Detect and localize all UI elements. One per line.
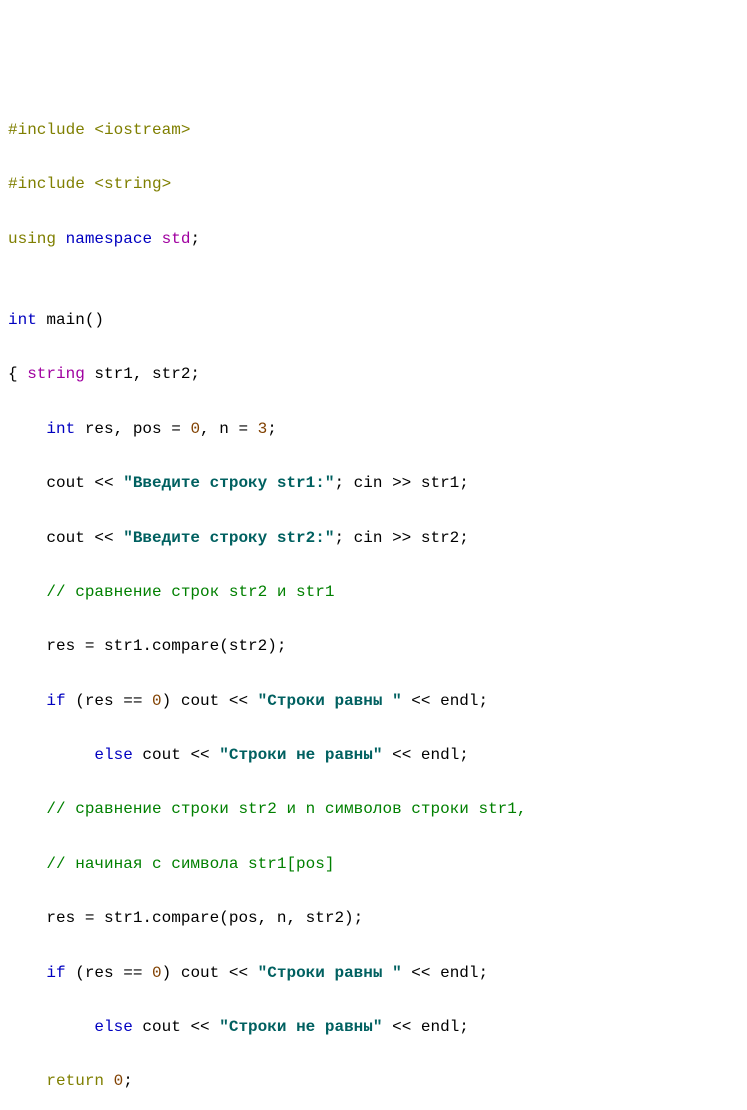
number: 0 xyxy=(152,964,162,982)
code-line-11: res = str1.compare(str2); xyxy=(8,633,739,660)
ident: res = str1.compare(str2); xyxy=(8,637,286,655)
code-line-1: #include <iostream> xyxy=(8,117,739,144)
number: 0 xyxy=(190,420,200,438)
space xyxy=(104,1072,114,1090)
code-line-16: res = str1.compare(pos, n, str2); xyxy=(8,905,739,932)
ident: << endl; xyxy=(382,746,468,764)
ident: cout << xyxy=(133,746,219,764)
code-line-10: // сравнение строк str2 и str1 xyxy=(8,579,739,606)
punct: ; xyxy=(267,420,277,438)
indent xyxy=(8,964,46,982)
keyword-namespace: namespace xyxy=(66,230,152,248)
indent xyxy=(8,800,46,818)
ident: ; cin >> str1; xyxy=(334,474,468,492)
indent xyxy=(8,855,46,873)
ident: res, pos = xyxy=(75,420,190,438)
code-line-3: using namespace std; xyxy=(8,226,739,253)
indent xyxy=(8,692,46,710)
preproc: #include xyxy=(8,175,94,193)
ident: ) cout << xyxy=(162,692,258,710)
ident: res = str1.compare(pos, n, str2); xyxy=(8,909,363,927)
ident: cout << xyxy=(8,474,123,492)
code-line-9: cout << "Введите строку str2:"; cin >> s… xyxy=(8,525,739,552)
comment: // сравнение строки str2 и n символов ст… xyxy=(46,800,526,818)
ident: str1, str2; xyxy=(85,365,200,383)
keyword-if: if xyxy=(46,964,65,982)
code-line-17: if (res == 0) cout << "Строки равны " <<… xyxy=(8,960,739,987)
code-line-8: cout << "Введите строку str1:"; cin >> s… xyxy=(8,470,739,497)
include-target: <iostream> xyxy=(94,121,190,139)
string-literal: "Строки не равны" xyxy=(219,1018,382,1036)
punct: ; xyxy=(123,1072,133,1090)
string-literal: "Введите строку str2:" xyxy=(123,529,334,547)
punct: ; xyxy=(190,230,200,248)
ident: cout << xyxy=(133,1018,219,1036)
number: 3 xyxy=(258,420,268,438)
indent xyxy=(8,1018,94,1036)
indent xyxy=(8,1072,46,1090)
indent xyxy=(8,746,94,764)
include-target: <string> xyxy=(94,175,171,193)
string-literal: "Строки равны " xyxy=(258,692,402,710)
code-line-7: int res, pos = 0, n = 3; xyxy=(8,416,739,443)
string-literal: "Введите строку str1:" xyxy=(123,474,334,492)
ident: << endl; xyxy=(402,692,488,710)
ident: , n = xyxy=(200,420,258,438)
ident: ) cout << xyxy=(162,964,258,982)
keyword-else: else xyxy=(94,746,132,764)
keyword-int: int xyxy=(8,311,37,329)
space xyxy=(56,230,66,248)
code-line-13: else cout << "Строки не равны" << endl; xyxy=(8,742,739,769)
indent xyxy=(8,583,46,601)
number: 0 xyxy=(152,692,162,710)
keyword-using: using xyxy=(8,230,56,248)
code-line-19: return 0; xyxy=(8,1068,739,1095)
type-string: string xyxy=(27,365,85,383)
comment: // сравнение строк str2 и str1 xyxy=(46,583,334,601)
number: 0 xyxy=(114,1072,124,1090)
string-literal: "Строки равны " xyxy=(258,964,402,982)
ident: << endl; xyxy=(382,1018,468,1036)
code-line-6: { string str1, str2; xyxy=(8,361,739,388)
space xyxy=(152,230,162,248)
keyword-else: else xyxy=(94,1018,132,1036)
comment: // начиная с символа str1[pos] xyxy=(46,855,334,873)
keyword-return: return xyxy=(46,1072,104,1090)
keyword-if: if xyxy=(46,692,65,710)
code-line-18: else cout << "Строки не равны" << endl; xyxy=(8,1014,739,1041)
preproc: #include xyxy=(8,121,94,139)
code-line-15: // начиная с символа str1[pos] xyxy=(8,851,739,878)
ident: << endl; xyxy=(402,964,488,982)
code-line-12: if (res == 0) cout << "Строки равны " <<… xyxy=(8,688,739,715)
punct: { xyxy=(8,365,27,383)
ident: (res == xyxy=(66,964,152,982)
ident: cout << xyxy=(8,529,123,547)
ident: (res == xyxy=(66,692,152,710)
code-line-14: // сравнение строки str2 и n символов ст… xyxy=(8,796,739,823)
keyword-int: int xyxy=(46,420,75,438)
ident: main() xyxy=(37,311,104,329)
indent xyxy=(8,420,46,438)
code-line-2: #include <string> xyxy=(8,171,739,198)
string-literal: "Строки не равны" xyxy=(219,746,382,764)
ident: ; cin >> str2; xyxy=(334,529,468,547)
ident-std: std xyxy=(162,230,191,248)
code-line-5: int main() xyxy=(8,307,739,334)
